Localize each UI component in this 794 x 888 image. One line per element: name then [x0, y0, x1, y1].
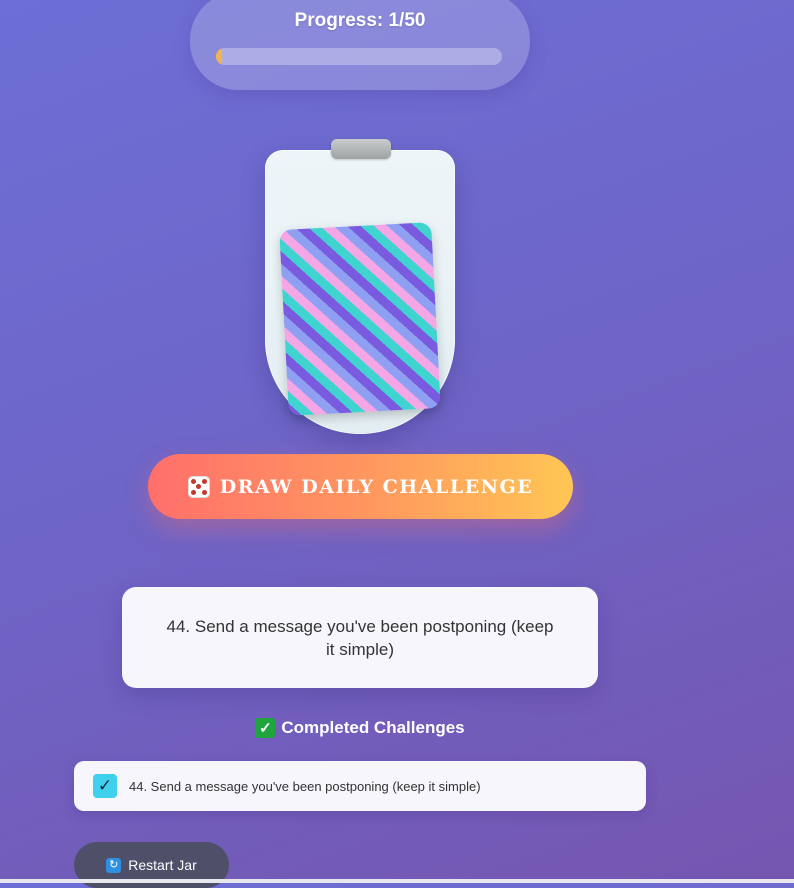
progress-bar	[216, 48, 502, 65]
progress-label: Progress: 1/50	[294, 10, 426, 31]
completed-challenges-heading: ✓ Completed Challenges	[0, 718, 720, 738]
page-bottom-edge	[0, 879, 794, 883]
check-mark-icon: ✓	[255, 718, 276, 738]
challenge-card-back[interactable]	[279, 222, 441, 416]
refresh-icon: ↻	[106, 857, 122, 873]
current-challenge-card: 44. Send a message you've been postponin…	[122, 587, 598, 688]
completed-item-text: 44. Send a message you've been postponin…	[129, 778, 481, 794]
draw-button-label: DRAW DAILY CHALLENGE	[219, 475, 534, 498]
draw-daily-challenge-button[interactable]: DRAW DAILY CHALLENGE	[148, 454, 573, 519]
completed-list-item: ✓ 44. Send a message you've been postpon…	[74, 761, 646, 811]
progress-bar-fill	[216, 48, 222, 65]
checkbox-checked-icon[interactable]: ✓	[93, 774, 117, 798]
progress-panel: Progress: 1/50	[190, 0, 530, 90]
completed-heading-label: Completed Challenges	[281, 718, 465, 737]
dice-icon	[187, 475, 210, 498]
jar-lid	[331, 139, 391, 159]
current-challenge-text: 44. Send a message you've been postponin…	[166, 616, 554, 659]
restart-button-label: Restart Jar	[128, 857, 197, 873]
